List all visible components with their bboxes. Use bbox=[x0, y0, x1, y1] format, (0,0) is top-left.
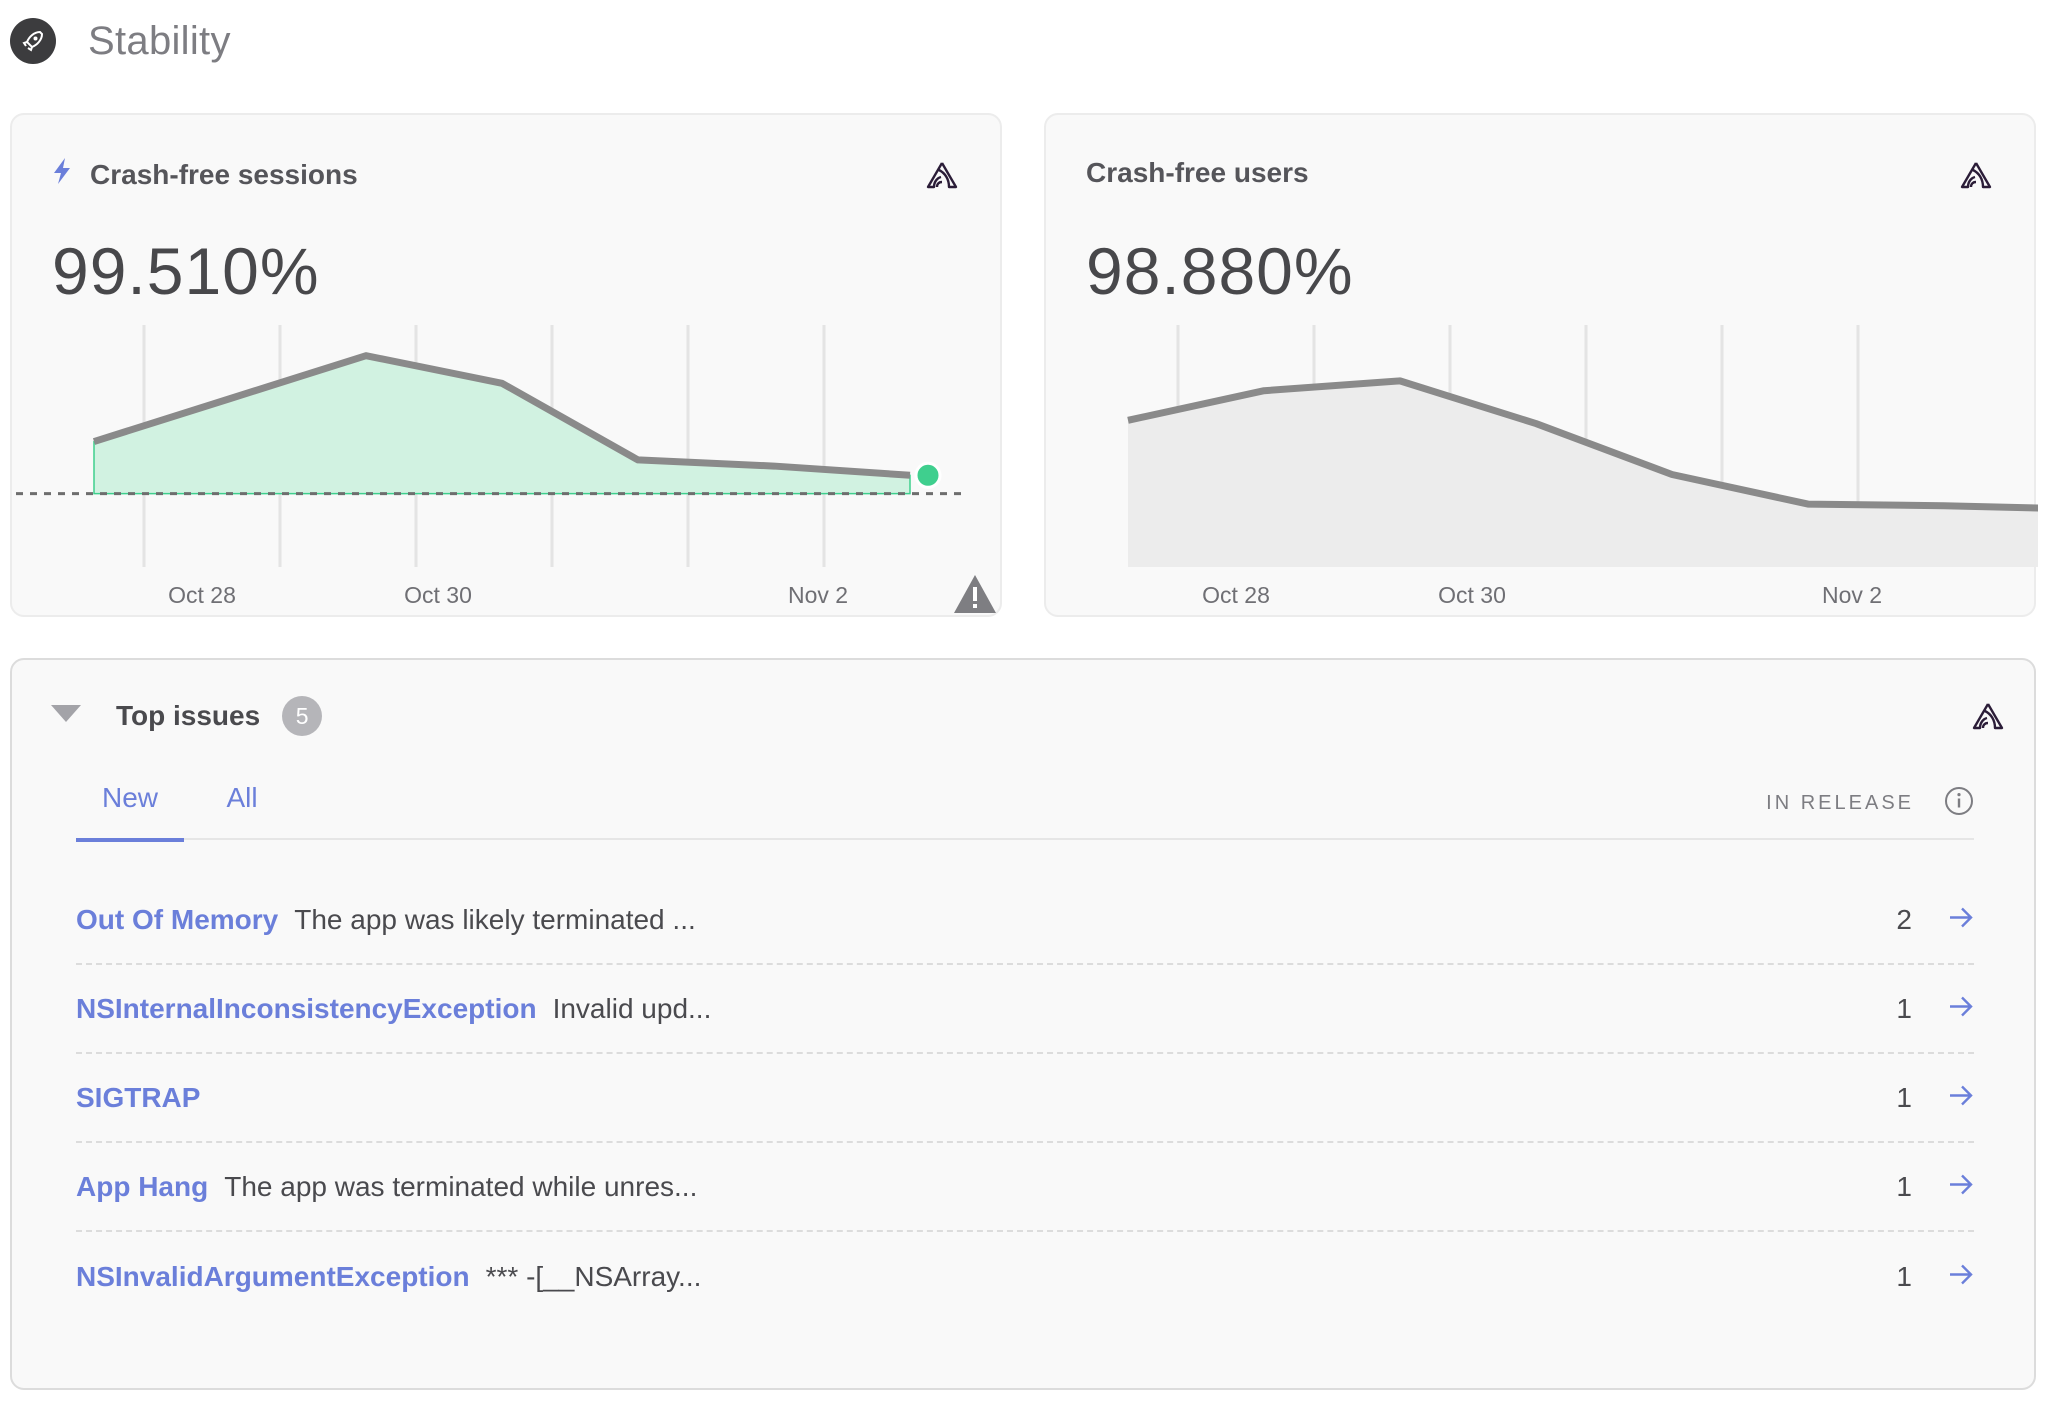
issue-count: 2 bbox=[1896, 903, 1912, 935]
x-tick-label: Oct 28 bbox=[168, 582, 236, 608]
issue-count: 1 bbox=[1896, 1170, 1912, 1202]
crash-free-sessions-value: 99.510% bbox=[52, 234, 320, 308]
arrow-right-icon[interactable] bbox=[1948, 905, 1974, 934]
x-tick-label: Oct 30 bbox=[1438, 582, 1506, 608]
arrow-right-icon[interactable] bbox=[1948, 994, 1974, 1023]
latest-value-dot bbox=[914, 461, 942, 489]
sentry-logo-icon[interactable] bbox=[1960, 161, 1992, 194]
arrow-right-icon[interactable] bbox=[1948, 1083, 1974, 1112]
top-issues-header: Top issues 5 bbox=[50, 696, 323, 736]
warning-icon bbox=[952, 573, 998, 620]
triangle-down-icon[interactable] bbox=[50, 704, 82, 729]
tab-all[interactable]: All bbox=[218, 778, 266, 840]
issue-row[interactable]: NSInvalidArgumentException *** -[__NSArr… bbox=[76, 1232, 1974, 1321]
issue-count: 1 bbox=[1896, 1081, 1912, 1113]
issue-message: The app was terminated while unres... bbox=[224, 1170, 698, 1202]
x-tick-label: Oct 28 bbox=[1202, 582, 1270, 608]
rocket-icon bbox=[10, 18, 56, 64]
stability-header: Stability bbox=[10, 18, 231, 64]
x-tick-label: Nov 2 bbox=[788, 582, 848, 608]
issue-row[interactable]: SIGTRAP 1 bbox=[76, 1054, 1974, 1143]
issue-row[interactable]: Out Of Memory The app was likely termina… bbox=[76, 876, 1974, 965]
issue-row[interactable]: NSInternalInconsistencyException Invalid… bbox=[76, 965, 1974, 1054]
x-tick-label: Oct 30 bbox=[404, 582, 472, 608]
issue-type-link[interactable]: App Hang bbox=[76, 1171, 208, 1203]
issue-count: 1 bbox=[1896, 992, 1912, 1024]
stability-page: Stability Oct 28 Oct 30 Nov 2 Crash-free s… bbox=[0, 0, 2048, 1405]
sentry-logo-icon[interactable] bbox=[1972, 702, 2004, 735]
series-area bbox=[1128, 380, 2038, 567]
crash-free-sessions-card: Oct 28 Oct 30 Nov 2 Crash-free sessions 99… bbox=[10, 113, 1002, 617]
crash-free-users-card: Oct 28 Oct 30 Nov 2 Crash-free users 98.88… bbox=[1044, 113, 2038, 617]
in-release-header: IN RELEASE bbox=[1766, 786, 1974, 821]
issues-tabs: New All IN RELEASE bbox=[76, 778, 1974, 842]
crash-free-users-chart: Oct 28 Oct 30 Nov 2 bbox=[1127, 325, 2038, 608]
issue-type-link[interactable]: SIGTRAP bbox=[76, 1082, 200, 1114]
issue-message: *** -[__NSArray... bbox=[485, 1260, 702, 1292]
tab-new[interactable]: New bbox=[76, 778, 184, 842]
crash-free-sessions-title: Crash-free sessions bbox=[90, 158, 358, 190]
crash-free-users-title: Crash-free users bbox=[1086, 157, 1309, 188]
crash-free-users-value: 98.880% bbox=[1086, 234, 1354, 308]
issue-type-link[interactable]: Out Of Memory bbox=[76, 904, 278, 936]
issue-message: The app was likely terminated ... bbox=[294, 903, 696, 935]
issues-count-badge: 5 bbox=[282, 696, 323, 736]
issue-count: 1 bbox=[1896, 1260, 1912, 1292]
arrow-right-icon[interactable] bbox=[1948, 1262, 1974, 1291]
bolt-icon bbox=[52, 157, 72, 192]
top-issues-title: Top issues bbox=[116, 700, 261, 731]
in-release-label: IN RELEASE bbox=[1766, 792, 1914, 814]
issue-type-link[interactable]: NSInternalInconsistencyException bbox=[76, 993, 537, 1025]
top-issues-panel: Top issues 5 New All IN RELEASE Out Of M… bbox=[10, 658, 2036, 1390]
issue-row[interactable]: App Hang The app was terminated while un… bbox=[76, 1143, 1974, 1232]
sentry-logo-icon[interactable] bbox=[926, 161, 958, 194]
page-title: Stability bbox=[88, 18, 231, 63]
x-tick-label: Nov 2 bbox=[1822, 582, 1882, 608]
issue-message: Invalid upd... bbox=[552, 992, 712, 1024]
issues-list: Out Of Memory The app was likely termina… bbox=[76, 876, 1974, 1321]
issue-type-link[interactable]: NSInvalidArgumentException bbox=[76, 1261, 470, 1293]
arrow-right-icon[interactable] bbox=[1948, 1172, 1974, 1201]
series-area bbox=[93, 354, 911, 495]
info-icon[interactable] bbox=[1944, 786, 1974, 821]
